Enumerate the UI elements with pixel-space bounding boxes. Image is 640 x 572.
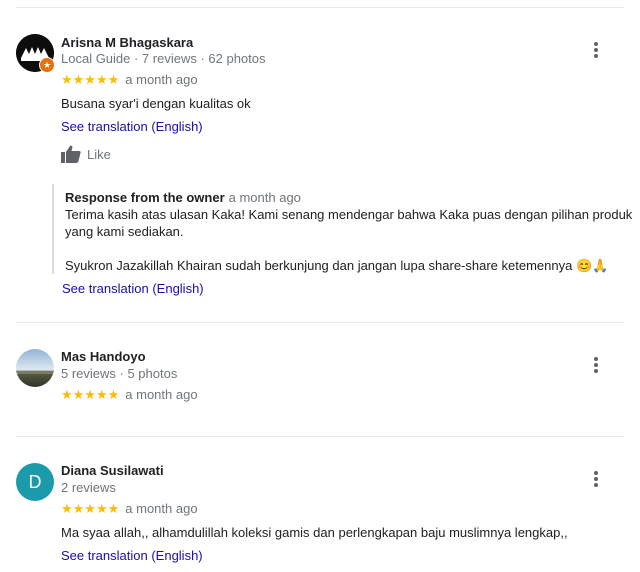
rating-row: ★★★★★ a month ago: [61, 387, 198, 403]
review-date: a month ago: [125, 387, 198, 402]
owner-response-line: Terima kasih atas ulasan Kaka! Kami sena…: [65, 207, 633, 222]
reviewer-name[interactable]: Arisna M Bhagaskara: [61, 35, 193, 50]
rating-row: ★★★★★ a month ago: [61, 72, 198, 88]
more-options-button[interactable]: [590, 356, 602, 374]
owner-see-translation-link[interactable]: See translation (English): [62, 281, 204, 296]
star-rating: ★★★★★: [61, 501, 120, 516]
reviewer-name[interactable]: Diana Susilawati: [61, 463, 164, 478]
review-date: a month ago: [125, 501, 198, 516]
reviewer-meta[interactable]: 5 reviews · 5 photos: [61, 366, 177, 381]
like-label: Like: [87, 146, 111, 162]
more-options-button[interactable]: [590, 470, 602, 488]
reviewer-meta[interactable]: 2 reviews: [61, 480, 116, 495]
review-divider: [16, 436, 624, 437]
like-button[interactable]: Like: [61, 145, 111, 163]
owner-response: Response from the owner a month ago Terim…: [52, 184, 632, 274]
see-translation-link[interactable]: See translation (English): [61, 119, 203, 134]
more-options-button[interactable]: [590, 41, 602, 59]
star-rating: ★★★★★: [61, 387, 120, 402]
avatar[interactable]: [16, 349, 54, 387]
owner-response-header: Response from the owner a month ago: [65, 190, 301, 205]
review-text: Ma syaa allah,, alhamdulillah koleksi ga…: [61, 525, 568, 540]
top-divider: [16, 7, 624, 8]
owner-response-title: Response from the owner: [65, 190, 225, 205]
thumbs-up-icon: [61, 145, 81, 163]
reviewer-name[interactable]: Mas Handoyo: [61, 349, 146, 364]
star-rating: ★★★★★: [61, 72, 120, 87]
see-translation-link[interactable]: See translation (English): [61, 548, 203, 563]
review-date: a month ago: [125, 72, 198, 87]
rating-row: ★★★★★ a month ago: [61, 501, 198, 517]
avatar-landscape-photo: [16, 349, 54, 387]
owner-response-line: Syukron Jazakillah Khairan sudah berkunj…: [65, 258, 609, 273]
avatar[interactable]: D: [16, 463, 54, 501]
avatar-letter: D: [28, 472, 42, 492]
owner-response-date: a month ago: [228, 190, 301, 205]
review-divider: [16, 322, 624, 323]
owner-response-line: yang kami sediakan.: [65, 224, 184, 239]
reviewer-meta[interactable]: Local Guide · 7 reviews · 62 photos: [61, 51, 266, 66]
local-guide-badge-icon: ★: [39, 57, 55, 73]
review-text: Busana syar'i dengan kualitas ok: [61, 96, 251, 111]
